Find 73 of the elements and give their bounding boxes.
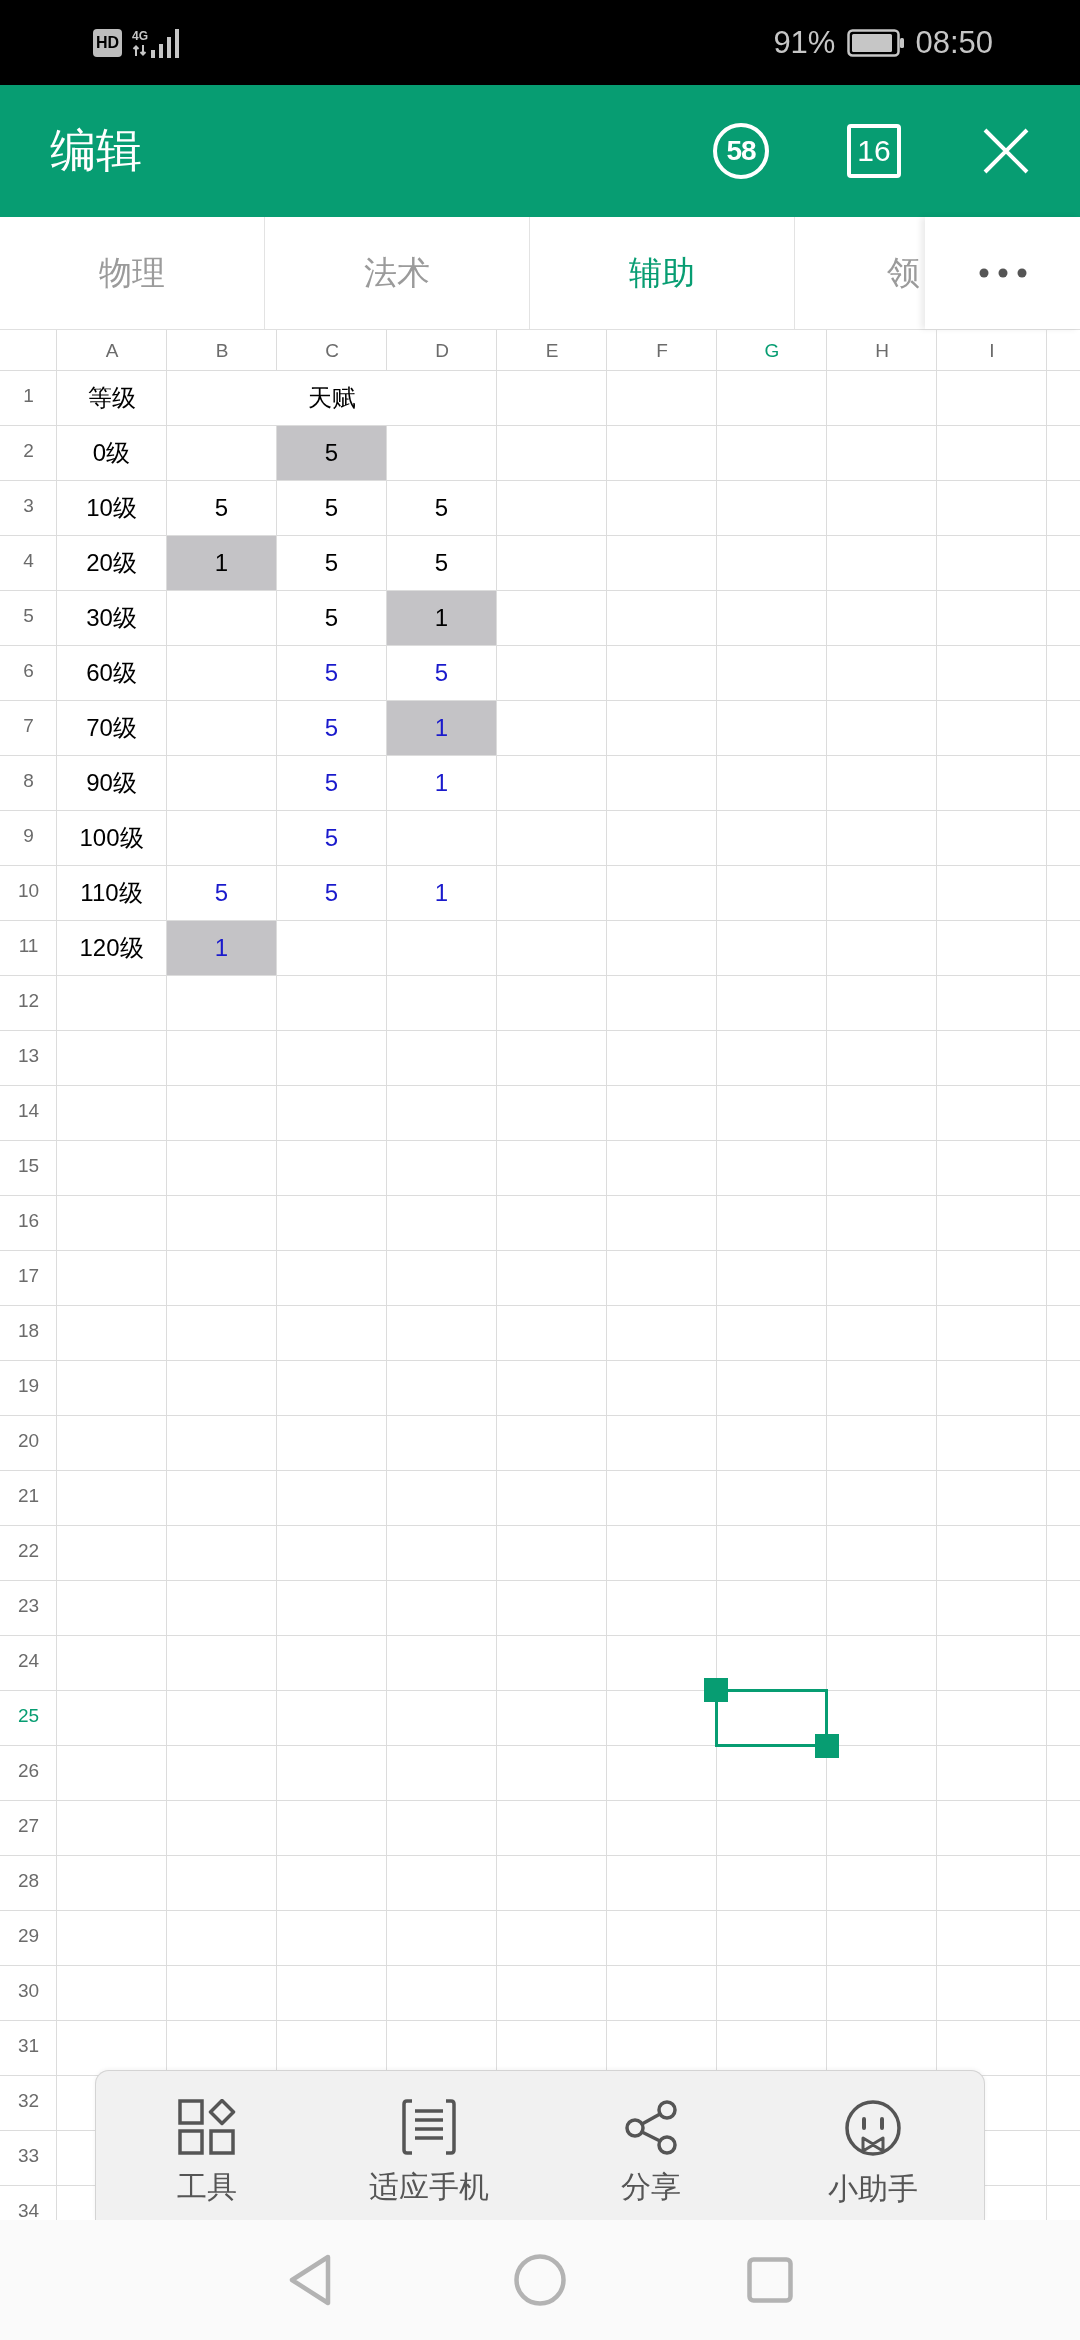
row-header[interactable]: 20 [0, 1416, 57, 1471]
home-icon[interactable] [514, 2254, 566, 2306]
battery-percentage: 91% [773, 24, 836, 61]
column-header[interactable]: G [717, 330, 827, 371]
boxed-number-button[interactable]: 16 [847, 124, 901, 178]
row-header[interactable]: 26 [0, 1746, 57, 1801]
row-header[interactable]: 29 [0, 1911, 57, 1966]
row-header[interactable]: 14 [0, 1086, 57, 1141]
grid-shapes-icon[interactable] [178, 2099, 236, 2155]
column-header[interactable]: C [277, 330, 387, 371]
row-header[interactable]: 13 [0, 1031, 57, 1086]
row-header[interactable]: 30 [0, 1966, 57, 2021]
row-header[interactable]: 9 [0, 811, 57, 866]
table-cell: 1 [167, 536, 277, 591]
network-type: 4G [132, 29, 149, 42]
close-icon[interactable] [983, 128, 1029, 174]
share-button[interactable]: 分享 [540, 2071, 762, 2220]
page-title: 编辑 [50, 123, 143, 178]
up-down-arrows-icon [132, 44, 149, 56]
row-header[interactable]: 24 [0, 1636, 57, 1691]
clock: 08:50 [915, 24, 993, 61]
selection-handle[interactable] [815, 1734, 839, 1758]
row-header[interactable]: 32 [0, 2076, 57, 2131]
table-cell: 1 [167, 921, 277, 976]
column-header[interactable]: A [57, 330, 167, 371]
row-header[interactable]: 23 [0, 1581, 57, 1636]
selection-handle[interactable] [704, 1678, 728, 1702]
row-header[interactable]: 4 [0, 536, 57, 591]
column-header[interactable]: I [937, 330, 1047, 371]
face-bowtie-icon[interactable] [844, 2099, 902, 2157]
tools-button[interactable]: 工具 [96, 2071, 318, 2220]
row-header[interactable]: 22 [0, 1526, 57, 1581]
row-header[interactable]: 16 [0, 1196, 57, 1251]
row-header[interactable]: 2 [0, 426, 57, 481]
assistant-button[interactable]: 小助手 [762, 2071, 984, 2220]
row-header[interactable]: 18 [0, 1306, 57, 1361]
row-header[interactable]: 31 [0, 2021, 57, 2076]
row-header[interactable]: 34 [0, 2186, 57, 2220]
row-header[interactable]: 11 [0, 921, 57, 976]
row-header[interactable]: 7 [0, 701, 57, 756]
recents-icon[interactable] [747, 2257, 793, 2303]
share-icon[interactable] [623, 2099, 679, 2155]
back-icon[interactable] [288, 2254, 332, 2306]
row-header[interactable]: 15 [0, 1141, 57, 1196]
hd-badge: HD [93, 28, 123, 57]
table-cell: 5 [277, 426, 387, 481]
table-cell: 1 [387, 701, 497, 756]
row-header[interactable]: 10 [0, 866, 57, 921]
column-header[interactable]: E [497, 330, 607, 371]
signal-icon [151, 27, 182, 58]
column-header[interactable]: B [167, 330, 277, 371]
column-header[interactable]: F [607, 330, 717, 371]
row-header[interactable]: 3 [0, 481, 57, 536]
fit-to-phone-button[interactable]: 适应手机 [318, 2071, 540, 2220]
row-header[interactable]: 5 [0, 591, 57, 646]
circled-number-button[interactable]: 58 [713, 123, 769, 179]
row-header[interactable]: 25 [0, 1691, 57, 1746]
row-header[interactable]: 19 [0, 1361, 57, 1416]
row-header[interactable]: 27 [0, 1801, 57, 1856]
row-header[interactable]: 21 [0, 1471, 57, 1526]
row-header[interactable]: 1 [0, 371, 57, 426]
table-cell: 1 [387, 591, 497, 646]
column-header[interactable]: D [387, 330, 497, 371]
row-header[interactable]: 33 [0, 2131, 57, 2186]
row-header[interactable]: 6 [0, 646, 57, 701]
row-header[interactable]: 28 [0, 1856, 57, 1911]
more-icon[interactable] [978, 268, 1027, 278]
bracketed-lines-icon[interactable] [400, 2099, 458, 2155]
column-header[interactable]: H [827, 330, 937, 371]
row-header[interactable]: 17 [0, 1251, 57, 1306]
row-header[interactable]: 12 [0, 976, 57, 1031]
battery-icon [847, 28, 906, 57]
row-header[interactable]: 8 [0, 756, 57, 811]
